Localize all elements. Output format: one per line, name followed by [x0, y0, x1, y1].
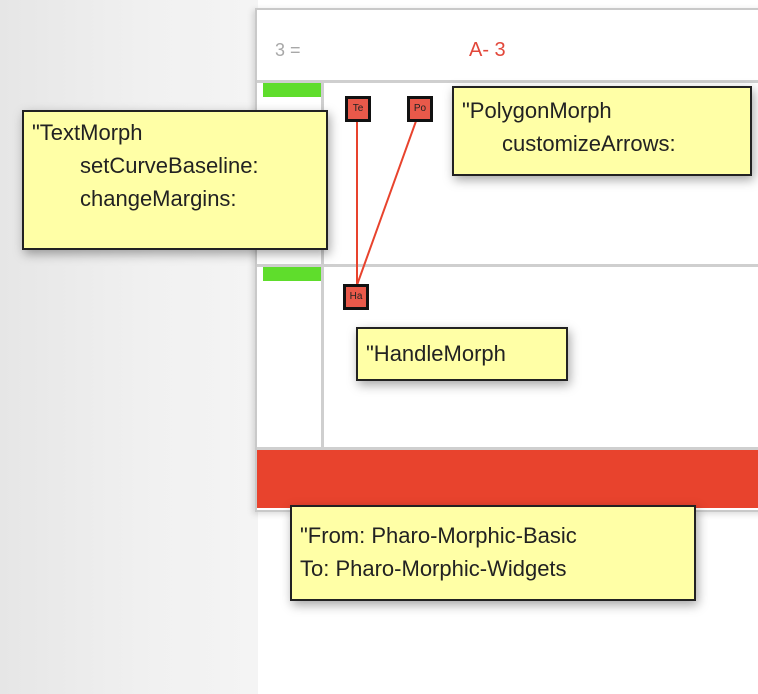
background-left	[0, 0, 258, 694]
tooltip-text-morph: "TextMorph setCurveBaseline: changeMargi…	[22, 110, 328, 250]
tooltip-dependency: "From: Pharo-Morphic-Basic To: Pharo-Mor…	[290, 505, 696, 601]
node-polygon-morph[interactable]: Po	[407, 96, 433, 122]
matrix-header-row: 3 = A- 3	[257, 10, 758, 83]
tooltip-handle-morph-title: "HandleMorph	[366, 341, 506, 366]
tooltip-dependency-to: To: Pharo-Morphic-Widgets	[300, 556, 567, 581]
tooltip-text-morph-method2: changeMargins:	[80, 186, 237, 211]
tooltip-handle-morph: "HandleMorph	[356, 327, 568, 381]
node-text-morph[interactable]: Te	[345, 96, 371, 122]
row-label: 3 =	[275, 40, 301, 60]
tooltip-text-morph-title: "TextMorph	[32, 120, 143, 145]
tooltip-polygon-morph: "PolygonMorph customizeArrows:	[452, 86, 752, 176]
tooltip-polygon-morph-title: "PolygonMorph	[462, 98, 612, 123]
highlighted-dependency-bar[interactable]	[257, 450, 758, 508]
node-handle-morph[interactable]: Ha	[343, 284, 369, 310]
tooltip-text-morph-method1: setCurveBaseline:	[80, 153, 259, 178]
tooltip-dependency-from: "From: Pharo-Morphic-Basic	[300, 523, 577, 548]
green-marker-upper	[263, 83, 321, 97]
tooltip-polygon-morph-method: customizeArrows:	[502, 131, 676, 156]
dependency-matrix-window[interactable]: 3 = A- 3	[255, 8, 758, 512]
green-marker-lower	[263, 267, 321, 281]
column-label[interactable]: A- 3	[469, 39, 506, 62]
